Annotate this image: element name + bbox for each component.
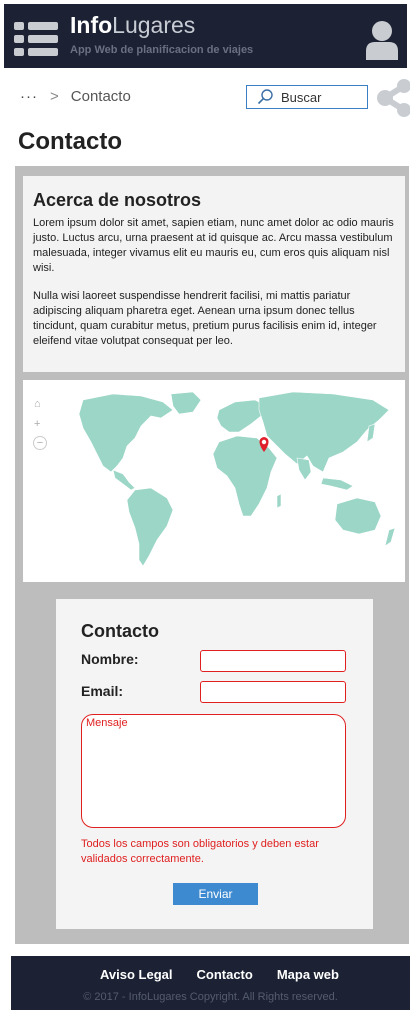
name-field[interactable] (200, 650, 346, 672)
land-central-america (112, 469, 136, 491)
land-madagascar (276, 493, 282, 509)
message-field[interactable] (81, 714, 346, 828)
about-section: Acerca de nosotros Lorem ipsum dolor sit… (23, 176, 405, 372)
footer-link-contact[interactable]: Contacto (197, 967, 253, 982)
land-india (296, 457, 312, 481)
name-label: Nombre: (81, 651, 139, 667)
footer-link-legal[interactable]: Aviso Legal (100, 967, 172, 982)
email-field[interactable] (200, 681, 346, 703)
submit-button[interactable]: Enviar (173, 883, 258, 905)
search-placeholder: Buscar (281, 89, 322, 105)
brand-bold: Info (70, 12, 113, 38)
copyright: © 2017 - InfoLugares Copyright. All Righ… (83, 991, 338, 1003)
about-paragraph-1: Lorem ipsum dolor sit amet, sapien etiam… (33, 217, 394, 274)
land-new-zealand (384, 527, 396, 547)
user-icon[interactable] (365, 20, 399, 60)
map-canvas (78, 391, 396, 567)
land-se-asia (320, 477, 354, 491)
brand-logo[interactable]: InfoLugares (70, 10, 195, 40)
land-australia (334, 497, 382, 535)
world-map[interactable]: ⌂ + − (23, 380, 405, 582)
breadcrumb-ellipsis[interactable]: ··· (20, 88, 38, 105)
land-greenland (170, 391, 202, 415)
land-south-america (126, 487, 174, 567)
email-label: Email: (81, 683, 124, 699)
brand-light: Lugares (112, 12, 196, 38)
land-north-america (78, 393, 174, 473)
validation-message: Todos los campos son obligatorios y debe… (81, 838, 319, 865)
share-icon[interactable] (376, 78, 410, 118)
menu-icon[interactable] (14, 22, 58, 56)
app-header: InfoLugares App Web de planificacion de … (4, 4, 407, 68)
contact-form: Contacto Nombre: Email: Todos los campos… (56, 599, 373, 929)
form-title: Contacto (81, 621, 159, 641)
search-icon (257, 89, 273, 105)
about-title: Acerca de nosotros (33, 190, 202, 210)
footer-links: Aviso Legal Contacto Mapa web (11, 967, 410, 982)
breadcrumb-current: Contacto (70, 88, 131, 105)
land-africa (212, 435, 278, 517)
search-box[interactable]: Buscar (246, 85, 368, 109)
footer: Aviso Legal Contacto Mapa web © 2017 - I… (11, 956, 410, 1010)
brand-tagline: App Web de planificacion de viajes (70, 44, 254, 56)
breadcrumb-separator: > (50, 88, 59, 105)
breadcrumb: ··· > Contacto (20, 88, 131, 105)
page-title: Contacto (18, 128, 122, 155)
footer-link-sitemap[interactable]: Mapa web (277, 967, 339, 982)
about-paragraph-2: Nulla wisi laoreet suspendisse hendrerit… (33, 290, 377, 347)
